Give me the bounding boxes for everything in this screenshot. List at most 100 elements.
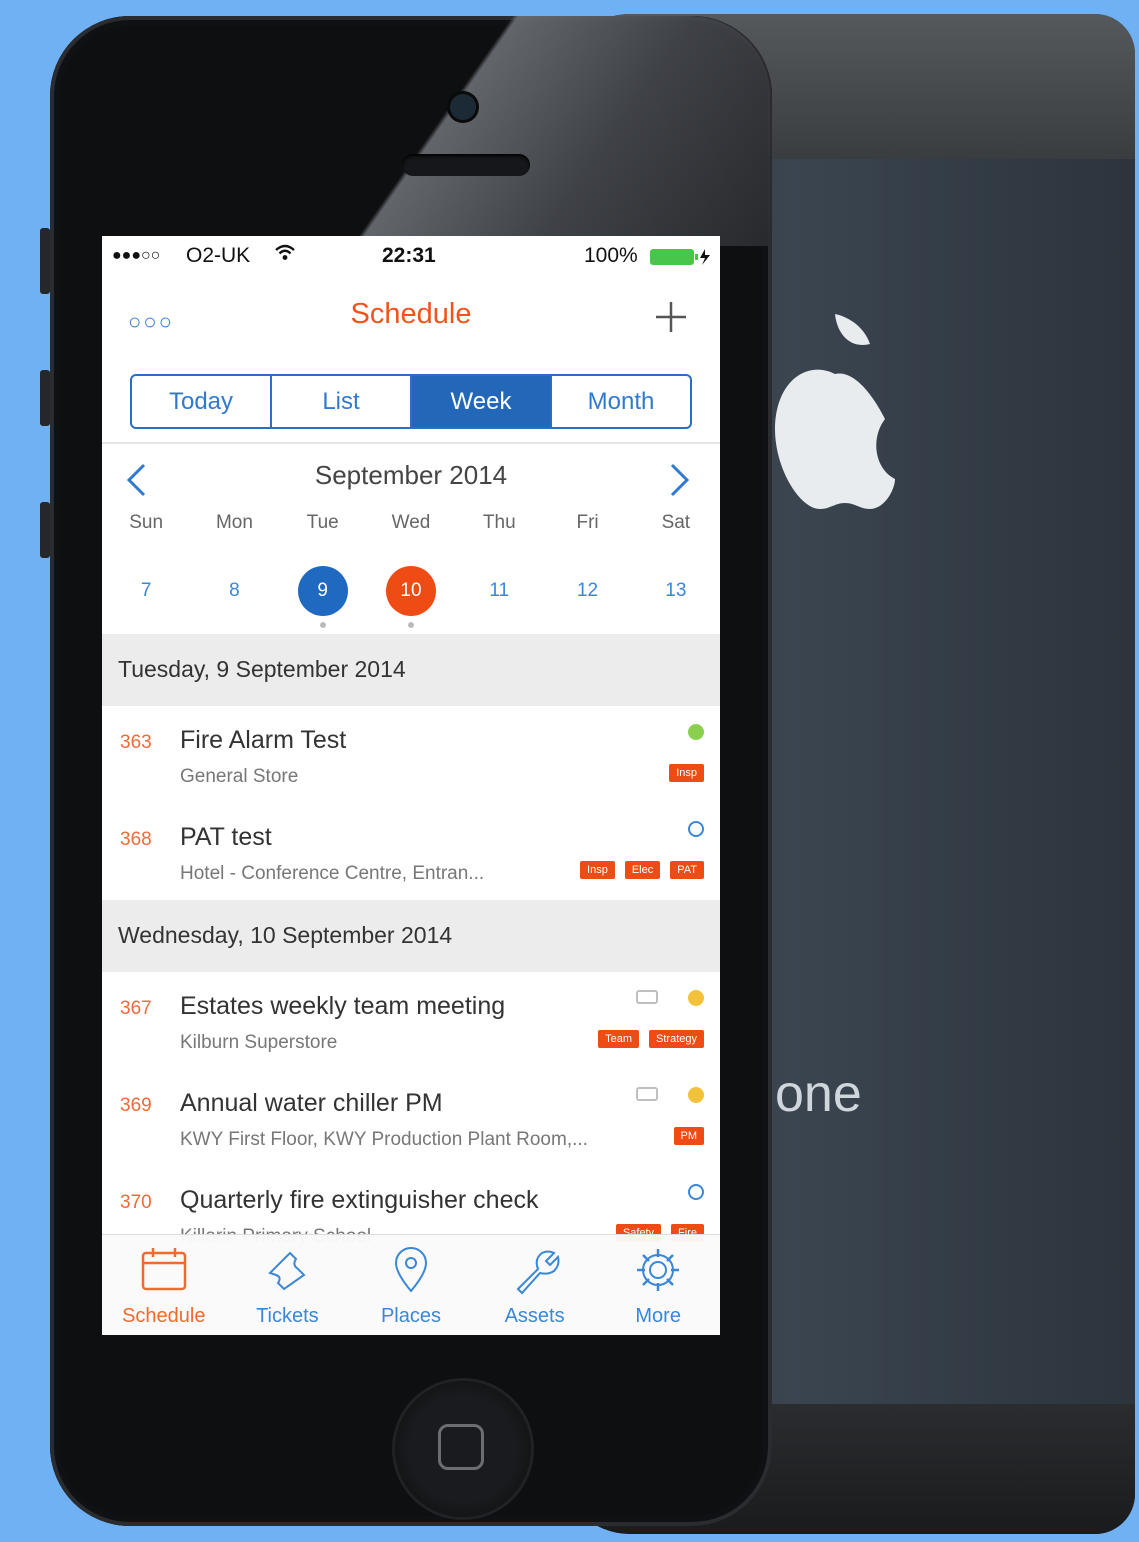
tag-badge: Elec <box>624 861 661 879</box>
item-title: Fire Alarm Test <box>180 726 347 754</box>
repeat-icon <box>636 990 658 1004</box>
item-title: Annual water chiller PM <box>180 1089 443 1117</box>
item-number: 363 <box>120 732 152 753</box>
weekday-label: Sun <box>129 512 164 533</box>
carrier-name: O2-UK <box>186 244 251 267</box>
item-number: 367 <box>120 998 152 1019</box>
plus-icon[interactable] <box>654 300 688 334</box>
list-item[interactable]: 368 PAT test Hotel - Conference Centre, … <box>102 803 720 901</box>
month-title: September 2014 <box>314 460 508 490</box>
repeat-icon <box>636 1087 658 1101</box>
status-dot <box>688 990 704 1006</box>
calendar-icon <box>141 1248 187 1291</box>
month-header: September 2014 <box>102 454 720 504</box>
event-dot <box>407 622 414 628</box>
item-number: 370 <box>120 1192 152 1213</box>
item-subtitle: Kilburn Superstore <box>180 1032 338 1053</box>
weekday-label: Fri <box>576 512 599 533</box>
tab-label: Places <box>380 1305 441 1327</box>
earpiece-speaker <box>402 154 530 176</box>
chevron-right-icon[interactable] <box>668 462 692 498</box>
list-item[interactable]: 367 Estates weekly team meeting Kilburn … <box>102 972 720 1070</box>
status-dot <box>688 1087 704 1103</box>
week-dates-row: 7 8 9 10 11 12 13 <box>102 566 720 628</box>
date-cell[interactable]: 13 <box>632 566 720 616</box>
section-header-text: Wednesday, 10 September 2014 <box>118 922 453 948</box>
section-header-text: Tuesday, 9 September 2014 <box>118 656 406 682</box>
ticket-icon <box>268 1251 306 1291</box>
back-brand-text: one <box>775 1065 862 1123</box>
date-cell[interactable]: 11 <box>455 566 543 616</box>
date-number: 11 <box>489 580 510 601</box>
status-bar: ●●●○○ O2-UK 22:31 100% <box>102 236 720 276</box>
nav-bar: ○○○ Schedule <box>102 276 720 348</box>
section-header: Tuesday, 9 September 2014 <box>102 634 720 706</box>
tab-label: Schedule <box>122 1305 206 1327</box>
tab-places[interactable]: Places <box>349 1235 473 1335</box>
volume-up-button <box>40 370 50 426</box>
tab-label: More <box>635 1305 681 1327</box>
divider <box>102 442 720 444</box>
weekday-label: Tue <box>306 512 339 533</box>
date-number: 13 <box>665 580 687 601</box>
map-pin-icon <box>394 1247 427 1293</box>
tab-assets[interactable]: Assets <box>473 1235 597 1335</box>
glass-reflection <box>350 16 770 246</box>
mute-switch <box>40 228 50 294</box>
battery-icon <box>650 248 712 272</box>
tab-label: Assets <box>504 1305 565 1327</box>
weekday-label: Mon <box>215 512 253 533</box>
tag-badge: PAT <box>670 861 704 879</box>
segment-month[interactable]: Month <box>552 376 690 427</box>
item-title: Quarterly fire extinguisher check <box>180 1186 539 1214</box>
tab-more[interactable]: More <box>596 1235 720 1335</box>
status-dot <box>688 1184 704 1200</box>
app-screen: ●●●○○ O2-UK 22:31 100% ○○○ Schedule Toda… <box>102 236 720 1335</box>
tab-label: Tickets <box>256 1305 319 1327</box>
tab-schedule[interactable]: Schedule <box>102 1235 226 1335</box>
list-item[interactable]: 363 Fire Alarm Test General Store Insp <box>102 706 720 804</box>
home-square-icon <box>438 1424 484 1470</box>
home-button[interactable] <box>395 1381 531 1517</box>
wrench-icon <box>516 1250 560 1295</box>
signal-strength: ●●●○○ <box>112 247 161 264</box>
date-cell[interactable]: 12 <box>543 566 631 616</box>
item-subtitle: KWY First Floor, KWY Production Plant Ro… <box>180 1129 588 1150</box>
item-title: PAT test <box>180 823 272 851</box>
date-number: 10 <box>385 566 436 616</box>
section-header: Wednesday, 10 September 2014 <box>102 900 720 972</box>
tab-tickets[interactable]: Tickets <box>226 1235 350 1335</box>
item-subtitle: General Store <box>180 766 299 787</box>
date-number: 12 <box>576 580 599 601</box>
date-cell[interactable]: 7 <box>102 566 190 616</box>
event-dot <box>319 622 326 628</box>
segment-today[interactable]: Today <box>132 376 272 427</box>
segment-list[interactable]: List <box>272 376 412 427</box>
date-number: 9 <box>297 566 348 616</box>
clock: 22:31 <box>382 244 436 267</box>
tag-badge: Insp <box>580 861 615 879</box>
wifi-icon <box>274 242 296 270</box>
volume-down-button <box>40 502 50 558</box>
front-camera <box>450 94 476 120</box>
date-cell-selected[interactable]: 9 <box>279 566 367 628</box>
item-subtitle: Hotel - Conference Centre, Entran... <box>180 863 485 884</box>
date-number: 7 <box>140 580 152 601</box>
segment-week[interactable]: Week <box>412 376 552 427</box>
status-dot <box>688 724 704 740</box>
gear-icon <box>637 1249 680 1291</box>
status-dot <box>688 821 704 837</box>
item-number: 369 <box>120 1095 152 1116</box>
item-title: Estates weekly team meeting <box>180 992 506 1020</box>
list-item[interactable]: 369 Annual water chiller PM KWY First Fl… <box>102 1069 720 1167</box>
tag-badge: Strategy <box>649 1030 704 1048</box>
date-cell-today[interactable]: 10 <box>367 566 455 628</box>
apple-logo-icon <box>775 314 895 509</box>
battery-percent: 100% <box>584 244 638 267</box>
tag-badge: Team <box>598 1030 640 1048</box>
date-number: 8 <box>229 580 240 601</box>
date-cell[interactable]: 8 <box>190 566 278 616</box>
weekday-label: Thu <box>482 512 516 533</box>
page-title: Schedule <box>350 298 472 330</box>
view-segmented-control: Today List Week Month <box>130 374 692 429</box>
